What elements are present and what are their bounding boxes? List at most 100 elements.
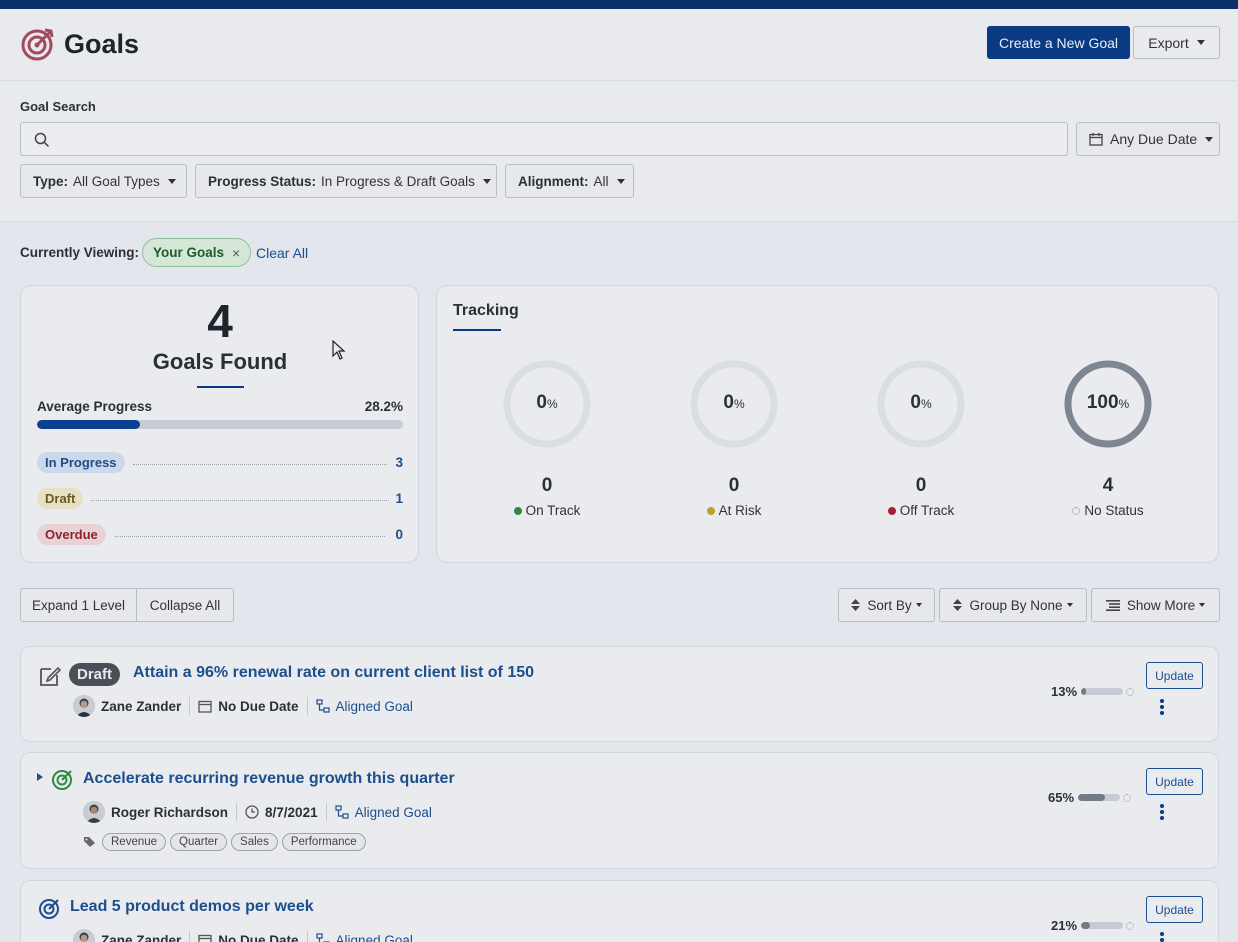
goal-due-date: No Due Date [218, 932, 299, 942]
due-date-dropdown[interactable]: Any Due Date [1076, 122, 1220, 156]
search-icon [34, 132, 50, 148]
group-by-label: Group By None [969, 597, 1063, 613]
clear-all-link[interactable]: Clear All [256, 245, 308, 261]
goals-count: 4 [207, 295, 233, 347]
alignment-filter[interactable]: Alignment: All [505, 164, 634, 198]
avatar [83, 801, 105, 823]
dotted-leader [91, 500, 389, 501]
draft-badge: Draft [69, 663, 121, 686]
close-icon[interactable]: × [232, 245, 240, 261]
tracking-count: 4 [1102, 475, 1114, 496]
due-date-label: Any Due Date [1110, 131, 1198, 147]
expand-level-button[interactable]: Expand 1 Level [20, 588, 137, 622]
more-options-icon[interactable] [1157, 931, 1167, 942]
more-options-icon[interactable] [1157, 698, 1167, 716]
create-goal-button[interactable]: Create a New Goal [987, 26, 1130, 59]
page-title: Goals [64, 29, 140, 59]
goal-meta: Roger Richardson 8/7/2021 Aligned Goal [83, 801, 432, 823]
status-count: 3 [395, 455, 403, 470]
tracking-label-no-status[interactable]: No Status [1048, 503, 1168, 518]
chevron-down-icon [616, 178, 625, 184]
search-box[interactable] [20, 122, 1068, 156]
sort-by-button[interactable]: Sort By [838, 588, 935, 622]
goal-target-icon [21, 28, 54, 61]
divider [189, 697, 191, 715]
tracking-count: 0 [915, 475, 927, 496]
aligned-goal-link[interactable]: Aligned Goal [355, 805, 432, 820]
tracking-percent: 0% [910, 392, 932, 413]
status-dot-icon [887, 507, 896, 516]
goal-title[interactable]: Accelerate recurring revenue growth this… [83, 770, 455, 788]
divider [236, 803, 238, 821]
average-progress-bar [37, 420, 403, 429]
export-button[interactable]: Export [1133, 26, 1220, 59]
tag[interactable]: Sales [231, 833, 278, 851]
tag-icon [84, 837, 95, 847]
tracking-percent: 100% [1086, 392, 1130, 413]
goal-title[interactable]: Lead 5 product demos per week [70, 898, 314, 916]
search-label: Goal Search [20, 99, 96, 114]
search-input[interactable] [57, 123, 1057, 155]
chevron-down-icon [1199, 603, 1206, 607]
status-row-in-progress[interactable]: In Progress 3 [37, 452, 403, 474]
filter-chip-your-goals[interactable]: Your Goals × [142, 238, 252, 267]
goal-title[interactable]: Attain a 96% renewal rate on current cli… [133, 664, 534, 682]
status-dot-icon [1072, 507, 1081, 516]
goal-target-icon [52, 770, 72, 790]
goal-tags: Revenue Quarter Sales Performance [83, 833, 370, 851]
sort-icon [851, 599, 861, 611]
status-count: 0 [395, 527, 403, 542]
update-button[interactable]: Update [1146, 662, 1203, 689]
status-pill: In Progress [37, 452, 125, 473]
type-filter[interactable]: Type: All Goal Types [20, 164, 187, 198]
tracking-label-at-risk[interactable]: At Risk [674, 503, 794, 518]
update-button[interactable]: Update [1146, 768, 1203, 795]
update-button[interactable]: Update [1146, 896, 1203, 923]
goal-due-date: 8/7/2021 [265, 804, 318, 820]
status-ring-icon [1123, 793, 1132, 802]
avatar [73, 695, 95, 717]
page-header: Goals Create a New Goal Export [0, 9, 1238, 81]
divider [189, 931, 191, 942]
collapse-all-button[interactable]: Collapse All [136, 588, 234, 622]
tracking-label-on-track[interactable]: On Track [487, 503, 607, 518]
summary-card: 4 Goals Found Average Progress 28.2% In … [20, 285, 419, 563]
alignment-filter-value: All [593, 173, 609, 189]
status-pill: Overdue [37, 524, 106, 545]
divider [325, 803, 327, 821]
status-row-draft[interactable]: Draft 1 [37, 488, 403, 510]
tracking-card: Tracking 0% 0 On Track 0% 0 At Risk 0% 0 Off Tra… [436, 285, 1219, 563]
goal-progress-fill [1081, 922, 1090, 929]
group-by-button[interactable]: Group By None [939, 588, 1087, 622]
tracking-label-off-track[interactable]: Off Track [861, 503, 981, 518]
goal-target-icon [39, 899, 59, 919]
status-dot-icon [513, 507, 522, 516]
status-ring-icon [1126, 921, 1135, 930]
goal-progress: 65% [1048, 790, 1132, 805]
tag[interactable]: Quarter [170, 833, 228, 851]
goal-owner: Zane Zander [101, 932, 182, 942]
tag[interactable]: Performance [281, 833, 366, 851]
dotted-leader [133, 464, 387, 465]
export-label: Export [1148, 34, 1189, 51]
goal-progress-bar [1078, 794, 1121, 801]
tag[interactable]: Revenue [102, 833, 167, 851]
expand-arrow-icon[interactable] [36, 772, 44, 782]
goal-card[interactable]: Lead 5 product demos per week Zane Zande… [20, 880, 1219, 942]
more-options-icon[interactable] [1157, 803, 1167, 821]
edit-icon [40, 666, 62, 686]
show-more-button[interactable]: Show More [1091, 588, 1220, 622]
filter-chip-label: Your Goals [153, 245, 225, 260]
hierarchy-icon [334, 805, 349, 819]
aligned-goal-link[interactable]: Aligned Goal [336, 699, 413, 714]
chevron-down-icon [482, 178, 491, 184]
calendar-icon [198, 700, 212, 713]
goal-card[interactable]: Draft Attain a 96% renewal rate on curre… [20, 646, 1219, 742]
show-more-label: Show More [1126, 597, 1196, 613]
goal-card[interactable]: Accelerate recurring revenue growth this… [20, 752, 1219, 869]
status-row-overdue[interactable]: Overdue 0 [37, 524, 403, 546]
tracking-count: 0 [728, 475, 740, 496]
goal-progress-fill [1081, 688, 1087, 695]
progress-status-filter[interactable]: Progress Status: In Progress & Draft Goa… [195, 164, 497, 198]
aligned-goal-link[interactable]: Aligned Goal [336, 933, 413, 942]
